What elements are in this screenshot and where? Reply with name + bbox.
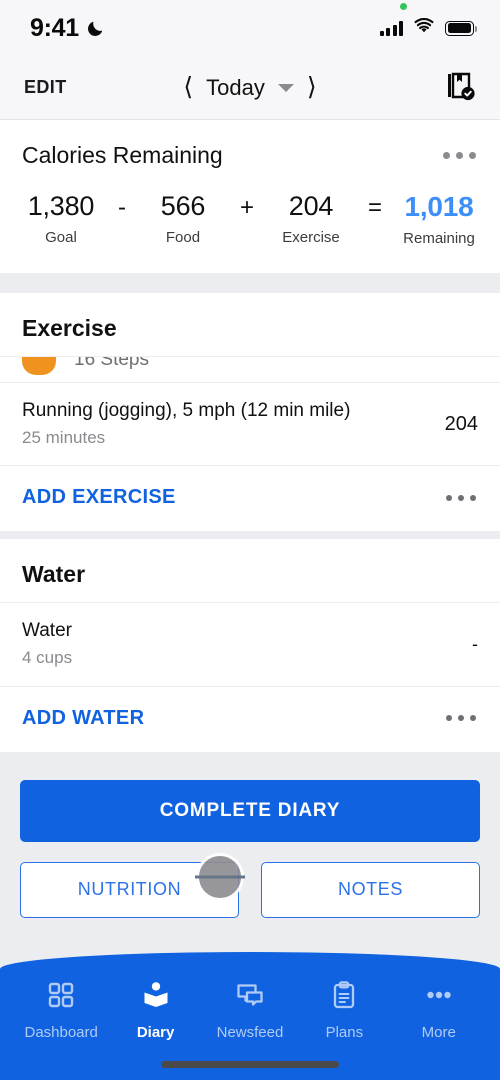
calories-goal-value: 1,380 [27,191,95,221]
moon-icon [86,18,106,38]
caret-down-icon[interactable] [277,83,294,92]
nav-label-newsfeed: Newsfeed [216,1024,284,1041]
chevron-right-icon[interactable]: ⟩ [307,75,317,100]
water-entry-value: - [472,633,478,654]
secondary-buttons: NUTRITION NOTES [20,861,480,918]
operator-minus: - [117,194,126,221]
water-more-options-icon[interactable] [444,709,478,727]
calories-card-header: Calories Remaining [0,120,500,183]
nav-item-newsfeed[interactable]: Newsfeed [209,980,291,1041]
diary-check-icon[interactable] [444,69,476,106]
shoe-icon [22,357,56,376]
calories-remaining-label: Remaining [403,230,475,248]
nav-label-dashboard: Dashboard [24,1024,98,1041]
calories-remaining-value: 1,018 [404,191,474,222]
exercise-card-header: Exercise [0,293,500,356]
add-water-button[interactable]: ADD WATER [22,707,144,730]
grid-icon [46,980,76,1015]
calories-exercise-label: Exercise [282,229,340,247]
open-book-icon [141,980,171,1015]
operator-equals: = [368,194,383,221]
water-card-header: Water [0,539,500,602]
add-water-row: ADD WATER [0,685,500,752]
nav-item-plans[interactable]: Plans [303,980,385,1041]
calories-food-value: 566 [160,191,206,221]
section-divider [0,273,500,294]
status-bar-right [379,2,478,39]
bottom-navigation-bar: Dashboard Diary Newsfeed Plans More [0,952,500,1080]
calories-summary: 1,380 Goal - 566 Food + 204 Exercise = 1… [0,183,500,273]
chevron-left-icon[interactable]: ⟨ [183,75,193,100]
calories-title: Calories Remaining [22,142,223,168]
wifi-icon [413,17,435,39]
calories-remaining: 1,018 Remaining [396,191,482,247]
exercise-entry-detail: 25 minutes [22,427,106,447]
exercise-more-options-icon[interactable] [444,489,478,507]
steps-label: 16 Steps [74,356,149,371]
action-area: COMPLETE DIARY NUTRITION NOTES [0,751,500,938]
nav-label-more: More [421,1024,456,1041]
battery-full-icon [445,20,478,36]
calories-goal-label: Goal [45,229,77,247]
calories-goal: 1,380 Goal [18,191,104,246]
status-bar-left: 9:41 [30,14,106,43]
calories-food: 566 Food [140,191,226,246]
calories-exercise: 204 Exercise [268,191,354,246]
water-entry-row[interactable]: Water 4 cups - [0,602,500,685]
status-time: 9:41 [30,13,79,42]
more-dots-icon [424,980,454,1015]
exercise-entry-name: Running (jogging), 5 mph (12 min mile) [22,400,351,422]
nutrition-button[interactable]: NUTRITION [20,861,239,918]
top-nav-bar: EDIT ⟨ Today ⟩ [0,56,500,120]
nav-label-diary: Diary [136,1024,175,1041]
exercise-card: Exercise 16 Steps Running (jogging), 5 m… [0,293,500,532]
exercise-title: Exercise [22,315,117,342]
calories-more-options-icon[interactable] [441,146,478,165]
water-entry-name: Water [22,620,72,642]
calories-food-label: Food [165,229,201,247]
nav-label-plans: Plans [325,1024,364,1041]
green-recording-dot-icon [399,2,407,10]
nav-item-more[interactable]: More [398,980,480,1041]
steps-row-clipped[interactable]: 16 Steps [0,356,500,382]
calories-card: Calories Remaining 1,380 Goal - 566 Food… [0,120,500,274]
nav-item-dashboard[interactable]: Dashboard [20,980,102,1041]
date-selector: ⟨ Today ⟩ [0,75,500,101]
exercise-entry-row[interactable]: Running (jogging), 5 mph (12 min mile) 2… [0,382,500,465]
add-exercise-button[interactable]: ADD EXERCISE [22,486,176,509]
nav-item-diary[interactable]: Diary [115,980,197,1041]
edit-button[interactable]: EDIT [24,77,67,98]
operator-plus: + [239,194,254,221]
cellular-signal-icon [379,20,403,36]
notes-button[interactable]: NOTES [261,861,480,918]
water-entry-detail: 4 cups [22,648,73,668]
complete-diary-button[interactable]: COMPLETE DIARY [20,779,480,842]
calories-exercise-value: 204 [288,191,334,221]
chat-bubbles-icon [235,980,265,1015]
clipboard-icon [329,980,359,1015]
water-card: Water Water 4 cups - ADD WATER [0,539,500,752]
section-divider-thin [0,531,500,540]
home-indicator[interactable] [161,1061,339,1068]
add-exercise-row: ADD EXERCISE [0,465,500,531]
current-date-label[interactable]: Today [206,75,265,101]
app-screen: 9:41 EDIT ⟨ Today ⟩ Calories Remaining 1… [0,0,500,1080]
water-title: Water [22,561,86,588]
status-bar: 9:41 [0,0,500,56]
exercise-entry-calories: 204 [444,412,478,435]
